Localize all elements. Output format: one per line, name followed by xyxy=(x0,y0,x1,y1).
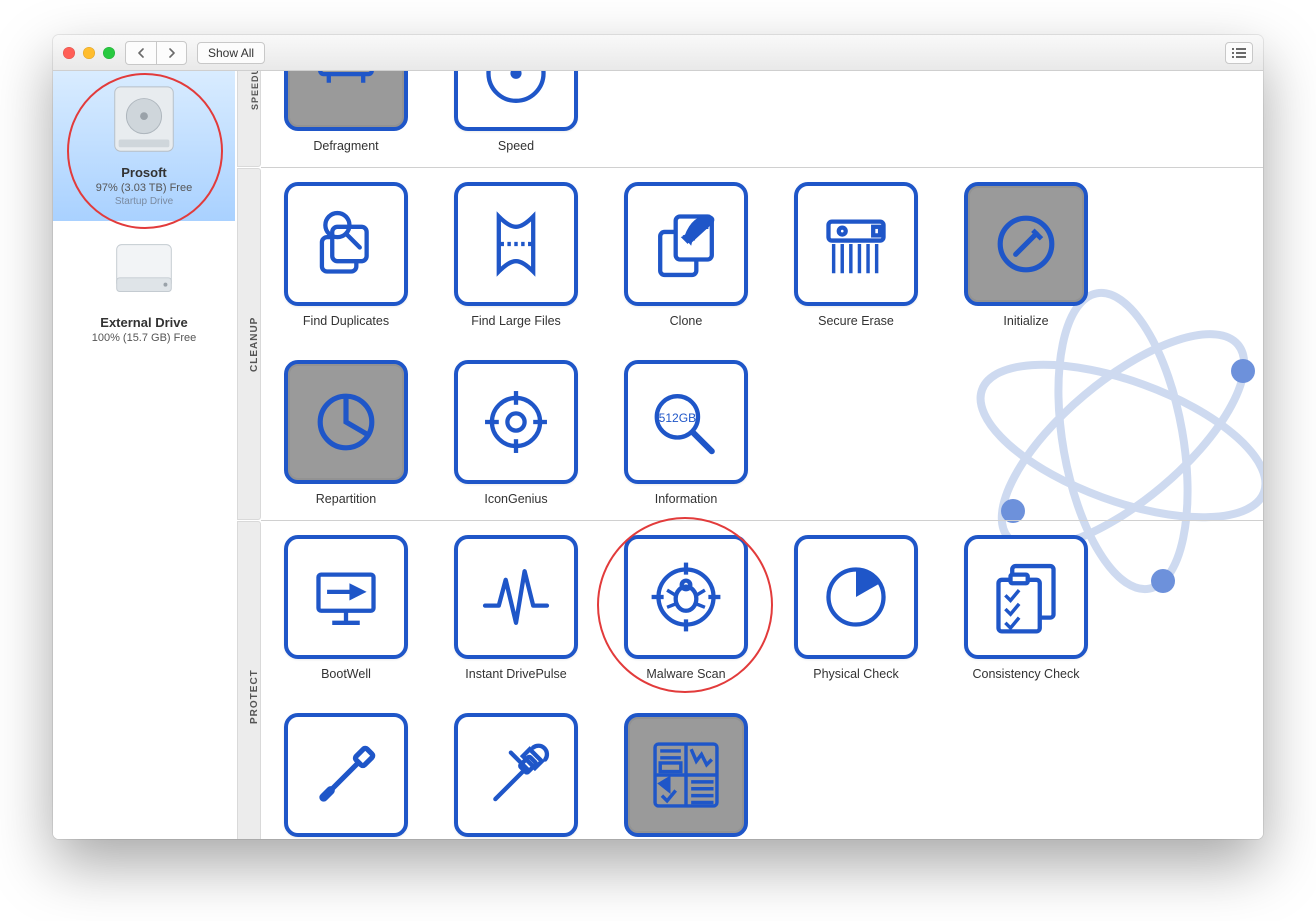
sidebar-drive-external[interactable]: External Drive 100% (15.7 GB) Free xyxy=(53,221,235,358)
tool-repair[interactable]: Repair xyxy=(281,713,411,839)
tool-clone[interactable]: Clone xyxy=(621,182,751,328)
malware-scan-icon xyxy=(624,535,748,659)
find-large-files-icon xyxy=(454,182,578,306)
physical-check-icon xyxy=(794,535,918,659)
tool-physical-check[interactable]: Physical Check xyxy=(791,535,921,681)
tool-initialize[interactable]: Initialize xyxy=(961,182,1091,328)
tool-consistency-check[interactable]: Consistency Check xyxy=(961,535,1091,681)
tool-label: Malware Scan xyxy=(646,667,725,681)
back-button[interactable] xyxy=(126,42,156,64)
tool-label: Initialize xyxy=(1003,314,1048,328)
tool-secure-erase[interactable]: Secure Erase xyxy=(791,182,921,328)
drive-name: External Drive xyxy=(57,315,231,330)
tool-bootwell[interactable]: BootWell xyxy=(281,535,411,681)
tool-malware-scan[interactable]: Malware Scan xyxy=(621,535,751,681)
tool-label: Physical Check xyxy=(813,667,898,681)
sidebar-drive-prosoft[interactable]: Prosoft 97% (3.03 TB) Free Startup Drive xyxy=(53,71,235,221)
tool-label: Find Large Files xyxy=(471,314,561,328)
drive-free: 97% (3.03 TB) Free xyxy=(57,182,231,194)
section-protect: PROTECT BootWell Instant DrivePulse xyxy=(261,520,1263,839)
tool-icongenius[interactable]: IconGenius xyxy=(451,360,581,506)
tool-instant-drivepulse[interactable]: Instant DrivePulse xyxy=(451,535,581,681)
drive-free: 100% (15.7 GB) Free xyxy=(57,332,231,344)
tool-label: Speed xyxy=(498,139,534,153)
tool-label: Clone xyxy=(670,314,703,328)
information-icon: 512GB xyxy=(624,360,748,484)
window-controls xyxy=(63,47,115,59)
tool-repartition[interactable]: Repartition xyxy=(281,360,411,506)
tool-label: BootWell xyxy=(321,667,371,681)
tool-information[interactable]: 512GB Information xyxy=(621,360,751,506)
close-window-button[interactable] xyxy=(63,47,75,59)
find-duplicates-icon xyxy=(284,182,408,306)
tool-label: Secure Erase xyxy=(818,314,894,328)
tool-find-duplicates[interactable]: Find Duplicates xyxy=(281,182,411,328)
section-cleanup: CLEANUP Find Duplicates Find Large Files xyxy=(261,167,1263,520)
initialize-icon xyxy=(964,182,1088,306)
zoom-window-button[interactable] xyxy=(103,47,115,59)
app-window: Show All Prosoft 97% (3.03 xyxy=(53,35,1263,839)
repartition-icon xyxy=(284,360,408,484)
tool-label: Repartition xyxy=(316,492,376,506)
bootwell-icon xyxy=(284,535,408,659)
forward-button[interactable] xyxy=(156,42,186,64)
tool-defragment[interactable]: Defragment xyxy=(281,71,411,153)
tool-label: Find Duplicates xyxy=(303,314,389,328)
secure-erase-icon xyxy=(794,182,918,306)
tool-label: Information xyxy=(655,492,718,506)
icongenius-icon xyxy=(454,360,578,484)
internal-drive-icon xyxy=(105,81,183,159)
tool-find-large-files[interactable]: Find Large Files xyxy=(451,182,581,328)
nav-back-forward xyxy=(125,41,187,65)
consistency-check-icon xyxy=(964,535,1088,659)
section-label-protect: PROTECT xyxy=(237,521,261,839)
tool-active-files[interactable]: Active Files xyxy=(621,713,751,839)
section-speedup: SPEEDUP Defragment Speed xyxy=(261,71,1263,167)
tool-label: Instant DrivePulse xyxy=(465,667,566,681)
section-label-speedup: SPEEDUP xyxy=(237,71,261,167)
active-files-icon xyxy=(624,713,748,837)
clone-icon xyxy=(624,182,748,306)
view-list-button[interactable] xyxy=(1225,42,1253,64)
main-tool-grid: SPEEDUP Defragment Speed xyxy=(235,71,1263,839)
drive-name: Prosoft xyxy=(57,165,231,180)
titlebar: Show All xyxy=(53,35,1263,71)
drive-note: Startup Drive xyxy=(57,196,231,207)
repair-icon xyxy=(284,713,408,837)
external-drive-icon xyxy=(105,231,183,309)
tool-label: Defragment xyxy=(313,139,378,153)
svg-text:512GB: 512GB xyxy=(659,411,696,425)
tool-speed[interactable]: Speed xyxy=(451,71,581,153)
tool-label: IconGenius xyxy=(484,492,547,506)
rebuild-icon xyxy=(454,713,578,837)
minimize-window-button[interactable] xyxy=(83,47,95,59)
section-label-cleanup: CLEANUP xyxy=(237,168,261,520)
drivepulse-icon xyxy=(454,535,578,659)
defragment-icon xyxy=(284,71,408,131)
tool-label: Consistency Check xyxy=(973,667,1080,681)
show-all-button[interactable]: Show All xyxy=(197,42,265,64)
speed-icon xyxy=(454,71,578,131)
tool-rebuild[interactable]: Rebuild xyxy=(451,713,581,839)
sidebar-drives: Prosoft 97% (3.03 TB) Free Startup Drive… xyxy=(53,71,235,839)
